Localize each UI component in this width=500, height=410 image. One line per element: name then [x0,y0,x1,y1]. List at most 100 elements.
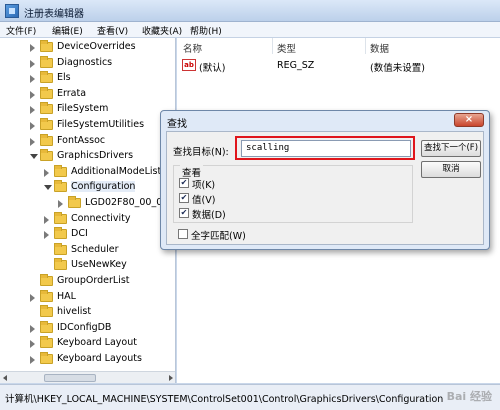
tree-node[interactable]: FileSystemUtilities [0,118,175,133]
value-name-cell[interactable]: (默认) [199,60,225,74]
folder-icon [40,55,53,68]
check-icon[interactable]: ✔ [179,193,189,203]
menu-bar: 文件(F) 编辑(E) 查看(V) 收藏夹(A) 帮助(H) [0,22,500,38]
tree-node[interactable]: IDConfigDB [0,320,175,336]
option-keys-label: 项(K) [192,180,216,191]
check-icon[interactable]: ✔ [179,178,189,188]
tree-node[interactable]: AdditionalModeLists [0,164,175,180]
tree-node[interactable]: Diagnostics [0,55,175,71]
tree-node[interactable]: Errata [0,86,175,102]
tree-node-label: Keyboard Layouts [57,353,142,364]
folder-icon [40,274,53,286]
folder-icon [54,211,67,224]
tree-horizontal-scrollbar[interactable] [0,371,175,383]
check-icon[interactable]: ✔ [179,208,189,218]
status-bar: 计算机\HKEY_LOCAL_MACHINE\SYSTEM\ControlSet… [0,384,500,410]
tree-node[interactable]: DCI [0,227,175,242]
tree-node-label: HAL [57,290,76,302]
expand-arrow-icon[interactable] [30,356,35,364]
scroll-right-icon[interactable] [169,375,173,381]
column-header-type[interactable]: 类型 [277,41,296,55]
tree-node[interactable]: Keyboard Layout [0,336,175,351]
tree-node-label: FileSystemUtilities [57,119,145,130]
tree-node-label: Keyboard Layout [57,337,137,349]
tree-node[interactable]: Connectivity [0,211,175,227]
tree-node[interactable]: GroupOrderList [0,274,175,289]
folder-icon [40,336,53,349]
expand-arrow-icon[interactable] [30,75,35,84]
dialog-title: 查找 [167,119,187,130]
scroll-left-icon[interactable] [3,375,7,381]
tree-node[interactable]: LGD02F80_00_07 [0,196,175,211]
find-target-input[interactable]: scalling [241,140,411,157]
find-next-button[interactable]: 查找下一个(F) [421,140,481,157]
tree-node-label: Scheduler [71,243,119,255]
column-separator[interactable] [272,38,273,54]
tree-node-label: AdditionalModeLists [71,165,167,177]
column-header-data[interactable]: 数据 [370,41,389,55]
tree-node-label: FontAssoc [57,134,106,146]
expand-arrow-icon[interactable] [30,122,35,130]
expand-arrow-icon[interactable] [30,44,35,52]
expand-arrow-icon[interactable] [30,90,35,99]
expand-arrow-icon[interactable] [30,340,35,349]
menu-edit[interactable]: 编辑(E) [52,24,83,37]
expand-arrow-icon[interactable] [30,106,35,115]
menu-help[interactable]: 帮助(H) [190,24,222,37]
tree-node-label: Errata [57,87,87,99]
folder-icon [54,242,67,255]
expand-arrow-icon[interactable] [30,324,35,333]
expand-arrow-icon[interactable] [30,59,35,68]
look-in-group: 查看 ✔ 项(K) ✔ 值(V) ✔ 数据(D) [173,165,413,223]
tree-node[interactable]: GraphicsDrivers [0,149,175,164]
tree-node-label: Diagnostics [57,56,113,68]
tree-node-label: LGD02F80_00_07 [85,197,169,208]
cancel-button[interactable]: 取消 [421,161,481,178]
expand-arrow-icon[interactable] [30,293,35,302]
column-header-name[interactable]: 名称 [183,41,202,55]
tree-node[interactable]: FontAssoc [0,133,175,149]
registry-tree[interactable]: DeviceOverrides Diagnostics Els Errata FileS… [0,38,176,383]
checkbox-unchecked[interactable] [178,229,188,239]
collapse-arrow-icon[interactable] [30,154,38,160]
folder-icon [40,305,53,318]
tree-node-label: DCI [71,228,88,240]
menu-favorites[interactable]: 收藏夹(A) [142,24,182,37]
tree-node[interactable]: HAL [0,289,175,305]
folder-icon [40,118,53,130]
expand-arrow-icon[interactable] [30,137,35,146]
expand-arrow-icon[interactable] [58,200,63,208]
string-value-icon: ab [182,59,196,71]
tree-node-label: Connectivity [71,212,131,224]
tree-node[interactable]: hivelist [0,305,175,320]
value-data-cell: (数值未设置) [370,63,425,74]
folder-icon [40,71,53,84]
tree-node[interactable]: Configuration [0,180,175,195]
regedit-app-icon [5,4,19,18]
tree-node-label: Els [57,72,71,84]
folder-icon [40,320,53,333]
match-whole-label: 全字匹配(W) [191,231,246,242]
tree-node[interactable]: UseNewKey [0,258,175,273]
option-data-label: 数据(D) [192,210,226,221]
tree-node-label: DeviceOverrides [57,41,136,52]
folder-icon [40,102,53,115]
expand-arrow-icon[interactable] [44,231,49,240]
collapse-arrow-icon[interactable] [44,185,52,191]
tree-node[interactable]: Keyboard Layouts [0,352,175,367]
tree-node[interactable]: Scheduler [0,242,175,258]
menu-file[interactable]: 文件(F) [6,24,36,37]
expand-arrow-icon[interactable] [44,215,49,224]
tree-node[interactable]: Els [0,71,175,86]
column-separator[interactable] [365,38,366,54]
tree-node[interactable]: FileSystem [0,102,175,117]
menu-view[interactable]: 查看(V) [97,24,128,37]
find-target-label: 查找目标(N): [173,147,229,158]
scroll-thumb[interactable] [44,374,96,382]
folder-icon [54,227,67,240]
watermark-logo: Bai 经验 [446,390,492,403]
expand-arrow-icon[interactable] [44,168,49,177]
tree-node[interactable]: DeviceOverrides [0,40,175,55]
tree-node-label: GroupOrderList [57,275,130,286]
close-button[interactable]: × [454,113,484,127]
